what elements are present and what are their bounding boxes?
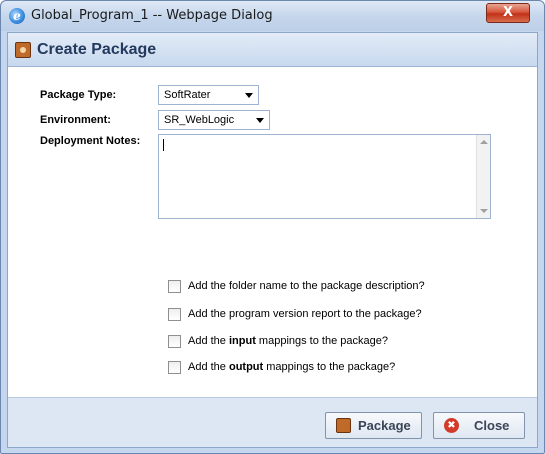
ie-icon: e bbox=[9, 8, 25, 24]
package-type-select[interactable]: SoftRater bbox=[158, 85, 259, 105]
environment-label: Environment: bbox=[40, 114, 111, 126]
package-type-label: Package Type: bbox=[40, 89, 117, 101]
package-type-value: SoftRater bbox=[164, 89, 211, 101]
dialog-title: Create Package bbox=[37, 41, 157, 58]
scroll-down-icon[interactable] bbox=[480, 209, 488, 213]
environment-select[interactable]: SR_WebLogic bbox=[158, 110, 270, 130]
chevron-down-icon bbox=[256, 118, 264, 123]
package-icon bbox=[336, 418, 351, 433]
folder-name-checkbox[interactable] bbox=[168, 280, 181, 293]
chevron-down-icon bbox=[245, 93, 253, 98]
dialog-header: Create Package bbox=[8, 33, 537, 67]
dialog-footer: Package ✖ Close bbox=[8, 397, 537, 447]
version-report-checkbox[interactable] bbox=[168, 308, 181, 321]
dialog-client-area: Create Package Package Type: SoftRater E… bbox=[7, 32, 538, 448]
close-icon: ✖ bbox=[444, 418, 459, 433]
deployment-notes-textarea[interactable] bbox=[158, 134, 491, 219]
environment-value: SR_WebLogic bbox=[164, 114, 235, 126]
version-report-label: Add the program version report to the pa… bbox=[188, 308, 422, 320]
folder-name-label: Add the folder name to the package descr… bbox=[188, 280, 425, 292]
close-button-label: Close bbox=[474, 418, 510, 433]
input-mappings-checkbox[interactable] bbox=[168, 335, 181, 348]
package-icon bbox=[15, 42, 31, 58]
output-mappings-checkbox[interactable] bbox=[168, 361, 181, 374]
text-caret bbox=[163, 139, 164, 151]
scroll-up-icon[interactable] bbox=[480, 140, 488, 144]
notes-scrollbar[interactable] bbox=[476, 135, 490, 218]
package-button-label: Package bbox=[358, 418, 411, 433]
dialog-window: e Global_Program_1 -- Webpage Dialog X C… bbox=[0, 0, 545, 454]
window-title: Global_Program_1 -- Webpage Dialog bbox=[31, 8, 273, 23]
input-mappings-label: Add the input mappings to the package? bbox=[188, 335, 388, 347]
close-button[interactable]: ✖ Close bbox=[433, 412, 525, 439]
window-close-button[interactable]: X bbox=[486, 3, 530, 23]
package-button[interactable]: Package bbox=[325, 412, 422, 439]
output-mappings-label: Add the output mappings to the package? bbox=[188, 361, 396, 373]
deployment-notes-label: Deployment Notes: bbox=[40, 135, 141, 147]
title-bar[interactable]: e Global_Program_1 -- Webpage Dialog X bbox=[1, 1, 544, 31]
